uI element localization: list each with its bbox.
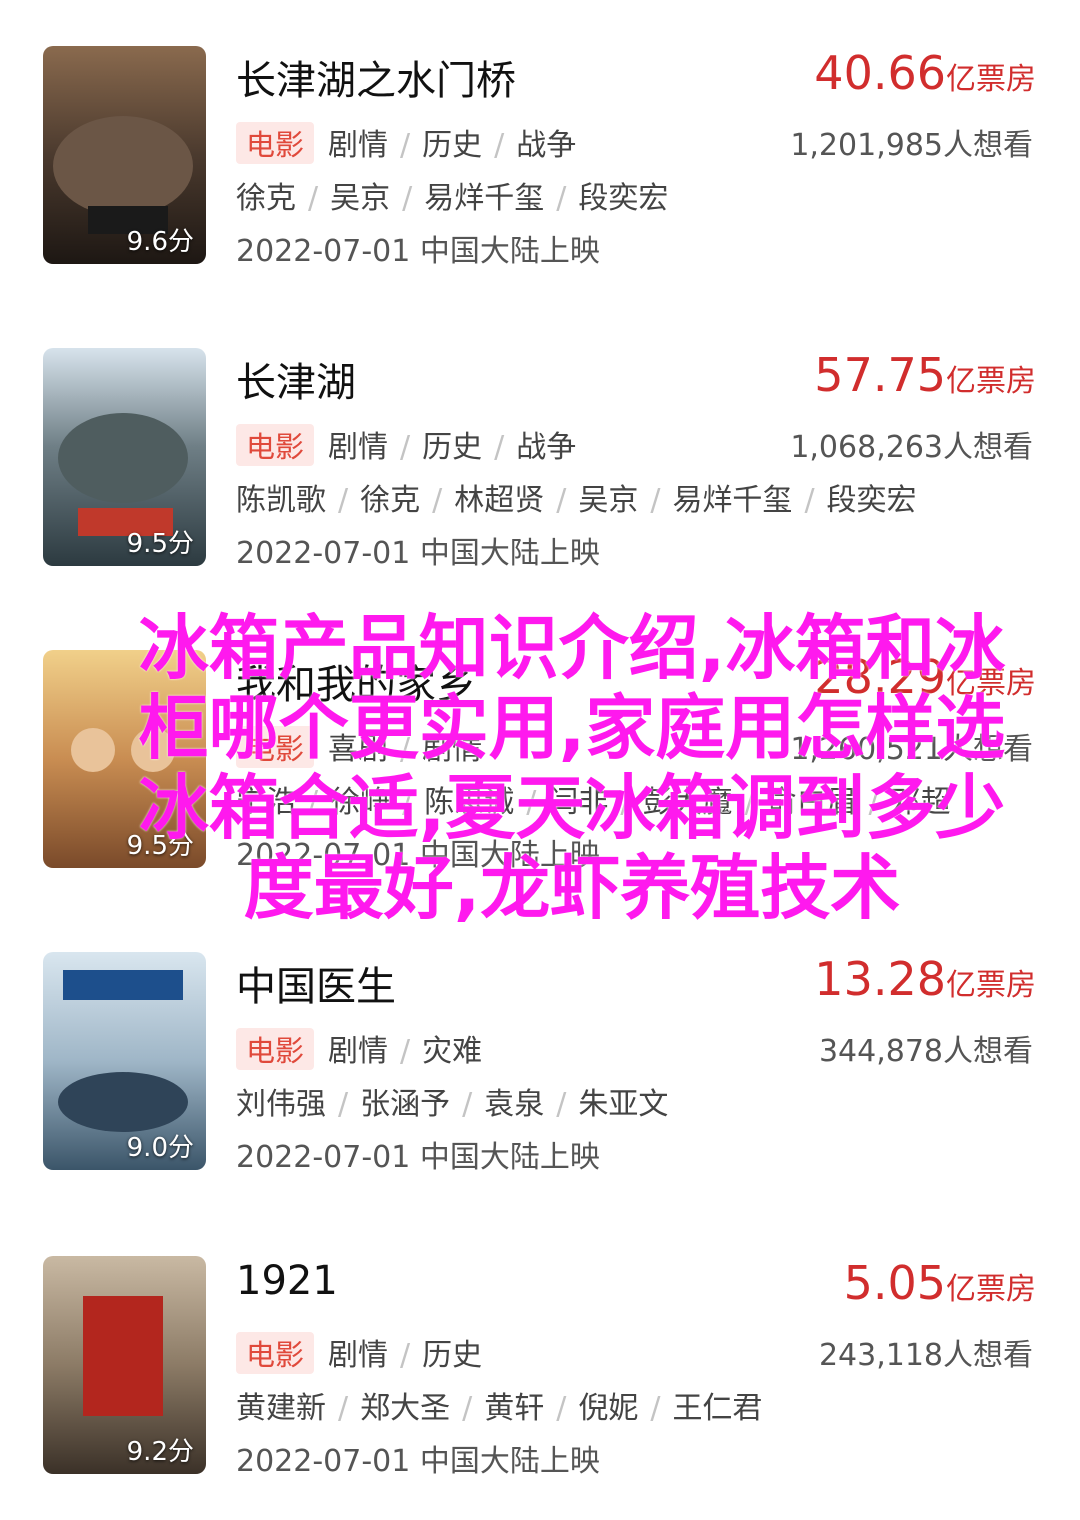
- separator: /: [402, 181, 413, 216]
- genre-row: 电影 剧情 / 历史 / 战争: [236, 120, 576, 164]
- cast-name: 朱亚文: [578, 1087, 669, 1122]
- box-office-unit: 亿票房: [946, 62, 1036, 97]
- genre: 剧情: [328, 1338, 389, 1373]
- box-office: 5.05亿票房: [844, 1256, 1036, 1310]
- separator: /: [400, 430, 411, 465]
- cast-row: 黄建新 / 郑大圣 / 黄轩 / 倪妮 / 王仁君: [236, 1383, 762, 1427]
- category-tag: 电影: [236, 1028, 315, 1070]
- separator: /: [400, 1338, 411, 1373]
- separator: /: [400, 128, 411, 163]
- cast-name: 黄轩: [484, 1391, 545, 1426]
- genre: 历史: [422, 1338, 483, 1373]
- cast-row: 陈凯歌 / 徐克 / 林超贤 / 吴京 / 易烊千玺 / 段奕宏: [236, 475, 917, 519]
- box-office-unit: 亿票房: [946, 1272, 1036, 1307]
- separator: /: [338, 1087, 349, 1122]
- separator: /: [556, 1391, 567, 1426]
- genre: 战争: [516, 128, 577, 163]
- genre: 历史: [422, 128, 483, 163]
- cast-name: 徐克: [236, 181, 296, 216]
- genre-row: 电影 剧情 / 历史 / 战争: [236, 422, 576, 466]
- separator: /: [494, 128, 505, 163]
- overlay-headline: 冰箱产品知识介绍,冰箱和冰柜哪个更实用,家庭用怎样选冰箱合适,夏天冰箱调到多少度…: [138, 607, 1006, 929]
- box-office-unit: 亿票房: [946, 968, 1036, 1003]
- movie-rating: 9.2分: [126, 1437, 194, 1467]
- movie-rating: 9.0分: [126, 1133, 194, 1163]
- cast-name: 吴京: [578, 483, 639, 518]
- separator: /: [308, 181, 319, 216]
- cast-name: 易烊千玺: [424, 181, 545, 216]
- release-date: 2022-07-01 中国大陆上映: [236, 234, 600, 269]
- cast-name: 吴京: [330, 181, 391, 216]
- movie-title[interactable]: 长津湖: [236, 350, 356, 408]
- release-date: 2022-07-01 中国大陆上映: [236, 1140, 600, 1175]
- cast-name: 易烊千玺: [672, 483, 793, 518]
- want-count: 1,201,985人想看: [790, 128, 1033, 163]
- cast-name: 徐克: [360, 483, 421, 518]
- movie-item[interactable]: 9.6分 长津湖之水门桥 电影 剧情 / 历史 / 战争 徐克 / 吴京 / 易烊千玺 / 段奕宏 2…: [0, 46, 1080, 269]
- category-tag: 电影: [236, 1332, 315, 1374]
- movie-poster[interactable]: 9.0分: [43, 952, 206, 1170]
- cast-name: 张涵予: [360, 1087, 451, 1122]
- cast-name: 袁泉: [484, 1087, 545, 1122]
- cast-row: 刘伟强 / 张涵予 / 袁泉 / 朱亚文: [236, 1079, 668, 1123]
- separator: /: [462, 1391, 473, 1426]
- cast-name: 段奕宏: [826, 483, 917, 518]
- cast-name: 王仁君: [672, 1391, 763, 1426]
- release-date: 2022-07-01 中国大陆上映: [236, 1444, 600, 1479]
- box-office: 57.75亿票房: [814, 348, 1036, 402]
- release-date: 2022-07-01 中国大陆上映: [236, 536, 600, 571]
- cast-name: 林超贤: [454, 483, 545, 518]
- genre-row: 电影 剧情 / 灾难: [236, 1026, 482, 1070]
- movie-title[interactable]: 1921: [236, 1258, 338, 1304]
- movie-poster[interactable]: 9.2分: [43, 1256, 206, 1474]
- separator: /: [650, 483, 661, 518]
- want-count: 243,118人想看: [818, 1338, 1033, 1373]
- separator: /: [804, 483, 815, 518]
- cast-name: 陈凯歌: [236, 483, 326, 518]
- separator: /: [462, 1087, 473, 1122]
- category-tag: 电影: [236, 122, 315, 164]
- want-count: 344,878人想看: [818, 1034, 1033, 1069]
- movie-rating: 9.6分: [126, 227, 194, 257]
- cast-name: 倪妮: [578, 1391, 639, 1426]
- separator: /: [338, 483, 349, 518]
- separator: /: [400, 1034, 411, 1069]
- separator: /: [338, 1391, 349, 1426]
- movie-item[interactable]: 9.2分 1921 电影 剧情 / 历史 黄建新 / 郑大圣 / 黄轩 / 倪妮 / 王仁君 2022…: [0, 1256, 1080, 1479]
- genre: 灾难: [422, 1034, 483, 1069]
- box-office-value: 5.05: [843, 1256, 946, 1310]
- box-office-value: 40.66: [814, 46, 946, 100]
- movie-title[interactable]: 长津湖之水门桥: [236, 48, 516, 106]
- box-office-value: 57.75: [814, 348, 946, 402]
- genre: 历史: [422, 430, 483, 465]
- cast-name: 段奕宏: [578, 181, 669, 216]
- cast-name: 郑大圣: [360, 1391, 451, 1426]
- movie-title[interactable]: 中国医生: [236, 954, 396, 1012]
- cast-name: 黄建新: [236, 1391, 326, 1426]
- box-office-unit: 亿票房: [946, 364, 1036, 399]
- genre: 剧情: [328, 430, 389, 465]
- movie-rating: 9.5分: [126, 529, 194, 559]
- box-office: 40.66亿票房: [814, 46, 1036, 100]
- box-office: 13.28亿票房: [814, 952, 1036, 1006]
- genre: 战争: [516, 430, 577, 465]
- genre: 剧情: [328, 128, 389, 163]
- movie-item[interactable]: 9.0分 中国医生 电影 剧情 / 灾难 刘伟强 / 张涵予 / 袁泉 / 朱亚文 2022-07…: [0, 952, 1080, 1175]
- genre-row: 电影 剧情 / 历史: [236, 1330, 482, 1374]
- category-tag: 电影: [236, 424, 315, 466]
- separator: /: [556, 483, 567, 518]
- box-office-value: 13.28: [814, 952, 946, 1006]
- separator: /: [556, 1087, 567, 1122]
- movie-item[interactable]: 9.5分 长津湖 电影 剧情 / 历史 / 战争 陈凯歌 / 徐克 / 林超贤 / 吴京 / 易烊千玺 / 段…: [0, 348, 1080, 571]
- separator: /: [650, 1391, 661, 1426]
- movie-poster[interactable]: 9.6分: [43, 46, 206, 264]
- genre: 剧情: [328, 1034, 389, 1069]
- want-count: 1,068,263人想看: [790, 430, 1033, 465]
- separator: /: [432, 483, 443, 518]
- separator: /: [556, 181, 567, 216]
- movie-poster[interactable]: 9.5分: [43, 348, 206, 566]
- separator: /: [494, 430, 505, 465]
- cast-name: 刘伟强: [236, 1087, 326, 1122]
- cast-row: 徐克 / 吴京 / 易烊千玺 / 段奕宏: [236, 173, 668, 217]
